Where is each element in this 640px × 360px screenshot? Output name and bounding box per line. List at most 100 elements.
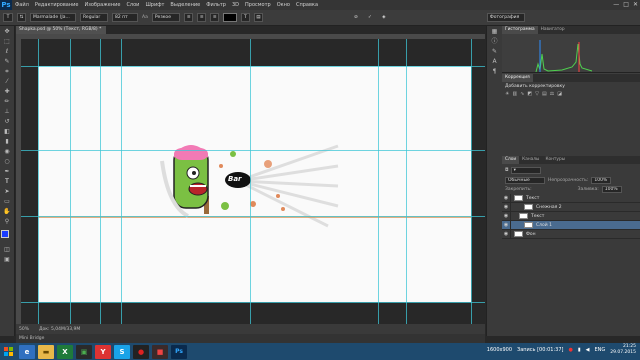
guide-vertical[interactable]: [121, 39, 122, 324]
lasso-tool-icon[interactable]: ℓ: [2, 48, 12, 56]
menu-item[interactable]: Просмотр: [242, 2, 274, 8]
menu-item[interactable]: Изображение: [81, 2, 123, 8]
levels-icon[interactable]: ▥: [512, 91, 517, 97]
guide-vertical[interactable]: [406, 39, 407, 324]
menu-item[interactable]: 3D: [229, 2, 242, 8]
brush-tool-icon[interactable]: ✏: [2, 98, 12, 106]
volume-icon[interactable]: ◀: [586, 347, 590, 353]
menu-item[interactable]: Редактирование: [32, 2, 82, 8]
guide-vertical[interactable]: [250, 39, 251, 324]
eye-icon[interactable]: ◉: [502, 193, 511, 203]
guide-horizontal[interactable]: [21, 66, 485, 67]
color-balance-icon[interactable]: ⚖: [550, 91, 554, 97]
menu-item[interactable]: Шрифт: [142, 2, 167, 8]
eye-icon[interactable]: ◉: [502, 220, 511, 230]
color-swatches[interactable]: [1, 230, 13, 242]
guide-vertical[interactable]: [100, 39, 101, 324]
tab-navigator[interactable]: Навигатор: [538, 26, 568, 34]
pen-tool-icon[interactable]: ✒: [2, 168, 12, 176]
eye-icon[interactable]: ◉: [502, 229, 511, 239]
orientation-icon[interactable]: ⇅: [17, 13, 26, 22]
ie-icon[interactable]: e: [19, 344, 35, 359]
zoom-level[interactable]: 50%: [19, 327, 29, 332]
text-color-swatch[interactable]: [222, 13, 237, 22]
marquee-tool-icon[interactable]: ⬚: [2, 38, 12, 46]
screen-mode-icon[interactable]: ▣: [2, 256, 12, 264]
start-button[interactable]: [0, 343, 16, 360]
3d-icon[interactable]: ◈: [379, 13, 389, 22]
hue-icon[interactable]: ▤: [542, 91, 547, 97]
layer-row[interactable]: ◉ Текст: [502, 211, 640, 221]
commit-icon[interactable]: ✓: [365, 13, 375, 22]
history-brush-tool-icon[interactable]: ↺: [2, 118, 12, 126]
tab-paths[interactable]: Контуры: [542, 156, 568, 164]
menu-item[interactable]: Справка: [293, 2, 321, 8]
blend-mode-select[interactable]: Обычные: [505, 177, 545, 184]
crop-tool-icon[interactable]: ⌗: [2, 68, 12, 76]
network-icon[interactable]: ▮: [578, 347, 581, 353]
document-info[interactable]: Док: 5,04M/33,9M: [39, 327, 80, 332]
workspace-select[interactable]: Фотография: [486, 13, 525, 22]
language-indicator[interactable]: ENG: [594, 347, 605, 353]
shape-tool-icon[interactable]: ▭: [2, 198, 12, 206]
antialias-select[interactable]: Резкое: [151, 13, 180, 22]
history-panel-icon[interactable]: ▦: [490, 28, 500, 36]
menu-item[interactable]: Выделение: [167, 2, 203, 8]
menu-item[interactable]: Окно: [274, 2, 293, 8]
align-center-icon[interactable]: ≡: [196, 13, 206, 22]
layer-row[interactable]: ◉ Фон: [502, 229, 640, 239]
healing-tool-icon[interactable]: ✚: [2, 88, 12, 96]
guide-vertical[interactable]: [378, 39, 379, 324]
vibrance-icon[interactable]: ▽: [535, 91, 539, 97]
record-icon[interactable]: ●: [568, 347, 572, 353]
resolution-label[interactable]: 1600x900: [487, 347, 512, 353]
foreground-color-swatch[interactable]: [1, 230, 9, 238]
gradient-tool-icon[interactable]: ▮: [2, 138, 12, 146]
font-style-select[interactable]: Regular: [80, 13, 108, 22]
curves-icon[interactable]: ∿: [520, 91, 524, 97]
photoshop-task-icon[interactable]: Ps: [171, 344, 187, 359]
skype-icon[interactable]: S: [114, 344, 130, 359]
tab-layers[interactable]: Слои: [502, 156, 520, 164]
tab-histogram[interactable]: Гистограмма: [502, 26, 538, 34]
layer-filter-select[interactable]: ▾: [510, 166, 541, 174]
paragraph-panel-icon[interactable]: ¶: [490, 68, 500, 76]
blur-tool-icon[interactable]: ◉: [2, 148, 12, 156]
layer-row[interactable]: ◉ Текст: [502, 193, 640, 203]
mini-bridge-tab[interactable]: Mini Bridge: [16, 334, 485, 343]
app-icon[interactable]: ■: [152, 344, 168, 359]
menu-item[interactable]: Файл: [12, 2, 32, 8]
brightness-icon[interactable]: ☀: [505, 91, 509, 97]
font-family-select[interactable]: Marmalade (Ja...: [30, 13, 76, 22]
dodge-tool-icon[interactable]: ○: [2, 158, 12, 166]
layer-row[interactable]: ◉ Снежная 2: [502, 202, 640, 212]
clock[interactable]: 21:25 29.07.2015: [610, 344, 636, 356]
zoom-tool-icon[interactable]: ⚲: [2, 218, 12, 226]
align-right-icon[interactable]: ≡: [209, 13, 219, 22]
bw-icon[interactable]: ◪: [557, 91, 562, 97]
guide-horizontal[interactable]: [21, 302, 485, 303]
quick-select-tool-icon[interactable]: ✎: [2, 58, 12, 66]
exposure-icon[interactable]: ◩: [527, 91, 532, 97]
eyedropper-tool-icon[interactable]: ⁄: [2, 78, 12, 86]
recorder-icon[interactable]: ●: [133, 344, 149, 359]
type-tool-icon[interactable]: T: [2, 178, 12, 186]
excel-icon[interactable]: X: [57, 344, 73, 359]
minimize-button[interactable]: —: [613, 1, 619, 8]
record-label[interactable]: Запись [00:01:37]: [517, 347, 563, 353]
font-size-select[interactable]: 82 пт: [112, 13, 138, 22]
character-panel-icon[interactable]: ▤: [253, 13, 263, 22]
tab-channels[interactable]: Каналы: [519, 156, 542, 164]
brush-panel-icon[interactable]: ✎: [490, 48, 500, 56]
guide-vertical[interactable]: [471, 39, 472, 324]
opacity-field[interactable]: 100%: [591, 177, 612, 184]
properties-panel-icon[interactable]: ⓘ: [490, 38, 500, 46]
menu-item[interactable]: Фильтр: [203, 2, 229, 8]
explorer-icon[interactable]: ▬: [38, 344, 54, 359]
close-button[interactable]: ✕: [633, 1, 638, 8]
media-icon[interactable]: ▣: [76, 344, 92, 359]
eraser-tool-icon[interactable]: ◧: [2, 128, 12, 136]
cancel-icon[interactable]: ⊘: [351, 13, 361, 22]
eye-icon[interactable]: ◉: [502, 202, 511, 212]
guide-horizontal[interactable]: [21, 216, 485, 217]
